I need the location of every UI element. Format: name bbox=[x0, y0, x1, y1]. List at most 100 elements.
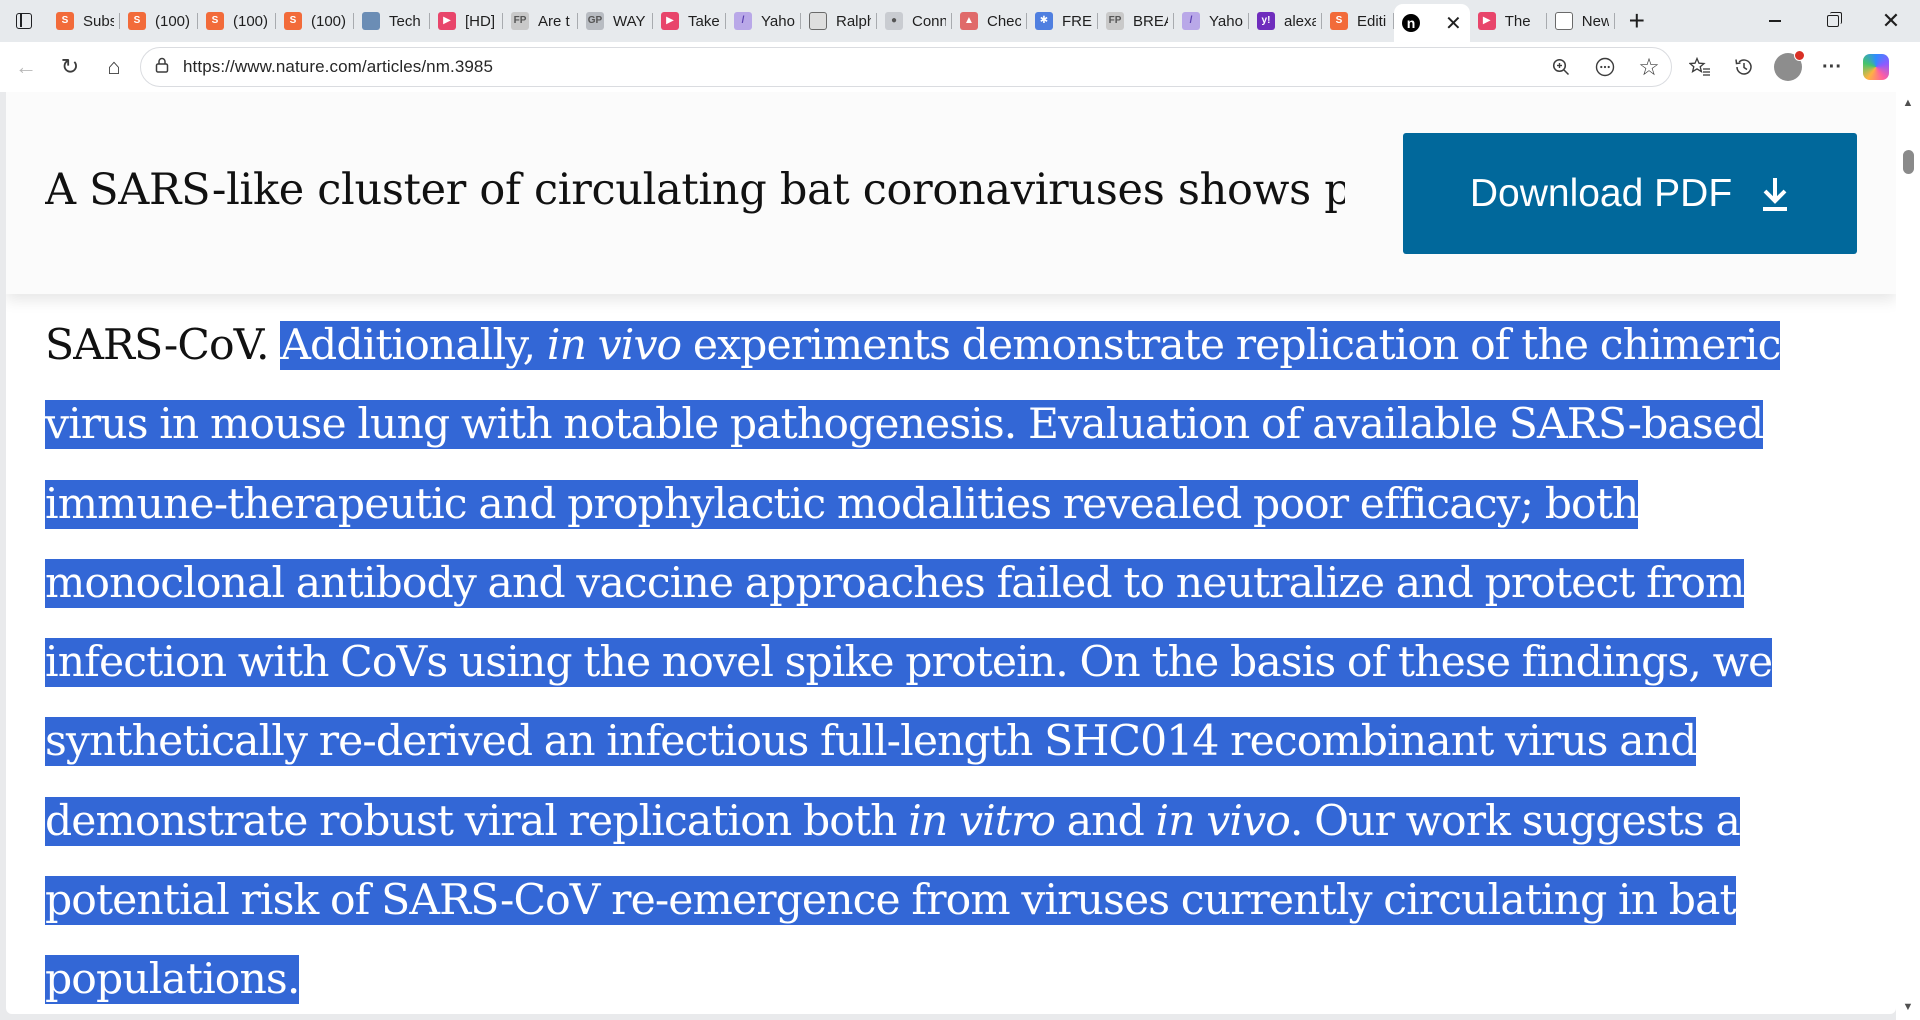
page-viewport: A SARS-like cluster of circulating bat c… bbox=[0, 92, 1920, 1020]
new-tab-button[interactable]: + bbox=[1615, 0, 1659, 42]
star-badge-icon: ✱ bbox=[1035, 12, 1053, 30]
tab[interactable]: Ralph bbox=[801, 0, 877, 42]
add-favorite-button[interactable]: ☆ bbox=[1627, 49, 1671, 85]
tab-label: Conn bbox=[912, 12, 946, 30]
tab-label: Take bbox=[688, 12, 720, 30]
vertical-scrollbar[interactable]: ▲ ▼ bbox=[1896, 92, 1920, 1020]
close-window-button[interactable]: ✕ bbox=[1862, 0, 1920, 42]
abstract-text: Additionally, bbox=[280, 321, 547, 370]
blank-page-icon bbox=[809, 12, 827, 30]
tab-label: (100) bbox=[233, 12, 269, 30]
thumbnail-icon bbox=[362, 12, 380, 30]
home-button[interactable]: ⌂ bbox=[92, 47, 136, 87]
download-icon bbox=[1763, 177, 1788, 211]
tab[interactable]: ● Conn bbox=[877, 0, 952, 42]
tab[interactable]: S Editi bbox=[1322, 0, 1394, 42]
tab-label: Chec bbox=[987, 12, 1021, 30]
scroll-thumb[interactable] bbox=[1903, 150, 1914, 174]
tab-label: New bbox=[1581, 12, 1609, 30]
tab[interactable]: / Yaho bbox=[1174, 0, 1249, 42]
tab[interactable]: S (100) bbox=[198, 0, 276, 42]
tab[interactable]: S (100) bbox=[120, 0, 198, 42]
copilot-icon bbox=[1863, 54, 1889, 80]
minimize-icon bbox=[1769, 20, 1781, 22]
favorites-button[interactable] bbox=[1678, 47, 1722, 87]
tab[interactable]: S (100) bbox=[276, 0, 354, 42]
tab-label: The bbox=[1504, 12, 1531, 30]
yahoo-icon: / bbox=[1182, 12, 1200, 30]
tab[interactable]: ✱ FREE bbox=[1027, 0, 1098, 42]
lock-glyph bbox=[155, 57, 169, 73]
tab[interactable]: ▶ [HD] bbox=[430, 0, 503, 42]
tab-label: Ralph bbox=[836, 12, 871, 30]
article-title: A SARS-like cluster of circulating bat c… bbox=[45, 165, 1345, 215]
tab[interactable]: New bbox=[1547, 0, 1615, 42]
tab-label: (100) bbox=[155, 12, 191, 30]
home-icon: ⌂ bbox=[107, 54, 121, 79]
tab-label: [HD] bbox=[465, 12, 495, 30]
close-icon: ✕ bbox=[1881, 8, 1901, 33]
refresh-icon: ↻ bbox=[60, 54, 80, 79]
back-button[interactable]: ← bbox=[4, 47, 48, 87]
page-options-button[interactable] bbox=[1583, 49, 1627, 85]
tab[interactable]: GP WAY bbox=[578, 0, 653, 42]
close-tab-icon[interactable]: ✕ bbox=[1445, 11, 1462, 36]
substack-icon: S bbox=[128, 12, 146, 30]
tab-list: S Subs S (100) S (100) S (100) Tech ▶ [HD] FP Are t G… bbox=[48, 0, 1615, 42]
star-icon: ☆ bbox=[1638, 53, 1660, 81]
tab[interactable]: ▲ Chec bbox=[952, 0, 1027, 42]
toolbar-right: ··· bbox=[1678, 47, 1898, 87]
minimize-button[interactable] bbox=[1746, 0, 1804, 42]
favorites-icon bbox=[1689, 57, 1710, 76]
avatar bbox=[1774, 50, 1805, 81]
tab-actions-button[interactable] bbox=[0, 0, 48, 42]
tab-active[interactable]: n ✕ bbox=[1394, 4, 1470, 42]
yahoo-icon: / bbox=[734, 12, 752, 30]
tab[interactable]: / Yaho bbox=[726, 0, 801, 42]
zoom-icon bbox=[1552, 58, 1570, 76]
tab-label: Are t bbox=[538, 12, 570, 30]
profile-button[interactable] bbox=[1766, 47, 1810, 87]
youtube-icon: ▶ bbox=[661, 12, 679, 30]
restore-button[interactable] bbox=[1804, 0, 1862, 42]
address-bar[interactable]: https://www.nature.com/articles/nm.3985 … bbox=[140, 47, 1672, 87]
tab[interactable]: y! alexa bbox=[1249, 0, 1322, 42]
tab-label: FREE bbox=[1062, 12, 1092, 30]
gp-icon: GP bbox=[586, 12, 604, 30]
copilot-button[interactable] bbox=[1854, 47, 1898, 87]
fp-icon: FP bbox=[1106, 12, 1124, 30]
tab-label: BREA bbox=[1133, 12, 1168, 30]
more-icon: ··· bbox=[1822, 55, 1842, 78]
abstract-italic-in-vitro: in vitro bbox=[908, 796, 1056, 846]
tab-label: Subs bbox=[83, 12, 114, 30]
abstract-paragraph[interactable]: SARS-CoV. Additionally, in vivo experime… bbox=[45, 306, 1875, 1014]
nature-icon: n bbox=[1402, 14, 1420, 32]
tab[interactable]: ▶ Take bbox=[653, 0, 726, 42]
tab-label: Yaho bbox=[761, 12, 795, 30]
tab-label: (100) bbox=[311, 12, 347, 30]
abstract-italic-in-vivo: in vivo bbox=[546, 321, 682, 370]
fp-icon: FP bbox=[511, 12, 529, 30]
tab[interactable]: FP BREA bbox=[1098, 0, 1174, 42]
article-page: A SARS-like cluster of circulating bat c… bbox=[6, 92, 1896, 1014]
tab-actions-icon bbox=[16, 13, 32, 29]
shield-icon: ▲ bbox=[960, 12, 978, 30]
tab[interactable]: FP Are t bbox=[503, 0, 578, 42]
scroll-up-icon[interactable]: ▲ bbox=[1896, 94, 1920, 112]
abstract-text: and bbox=[1055, 796, 1156, 846]
tab[interactable]: ▶ The bbox=[1470, 0, 1547, 42]
abstract-lead-text: SARS-CoV. bbox=[45, 321, 281, 370]
lock-icon[interactable] bbox=[155, 57, 169, 78]
settings-menu-button[interactable]: ··· bbox=[1810, 47, 1854, 87]
zoom-button[interactable] bbox=[1539, 49, 1583, 85]
tab[interactable]: S Subs bbox=[48, 0, 120, 42]
url-text[interactable]: https://www.nature.com/articles/nm.3985 bbox=[183, 57, 1539, 77]
download-pdf-label: Download PDF bbox=[1469, 171, 1733, 215]
download-pdf-button[interactable]: Download PDF bbox=[1403, 133, 1857, 254]
yahoo-purple-icon: y! bbox=[1257, 12, 1275, 30]
history-button[interactable] bbox=[1722, 47, 1766, 87]
sticky-article-header: A SARS-like cluster of circulating bat c… bbox=[6, 92, 1896, 294]
scroll-down-icon[interactable]: ▼ bbox=[1896, 998, 1920, 1016]
refresh-button[interactable]: ↻ bbox=[48, 47, 92, 87]
tab[interactable]: Tech bbox=[354, 0, 430, 42]
